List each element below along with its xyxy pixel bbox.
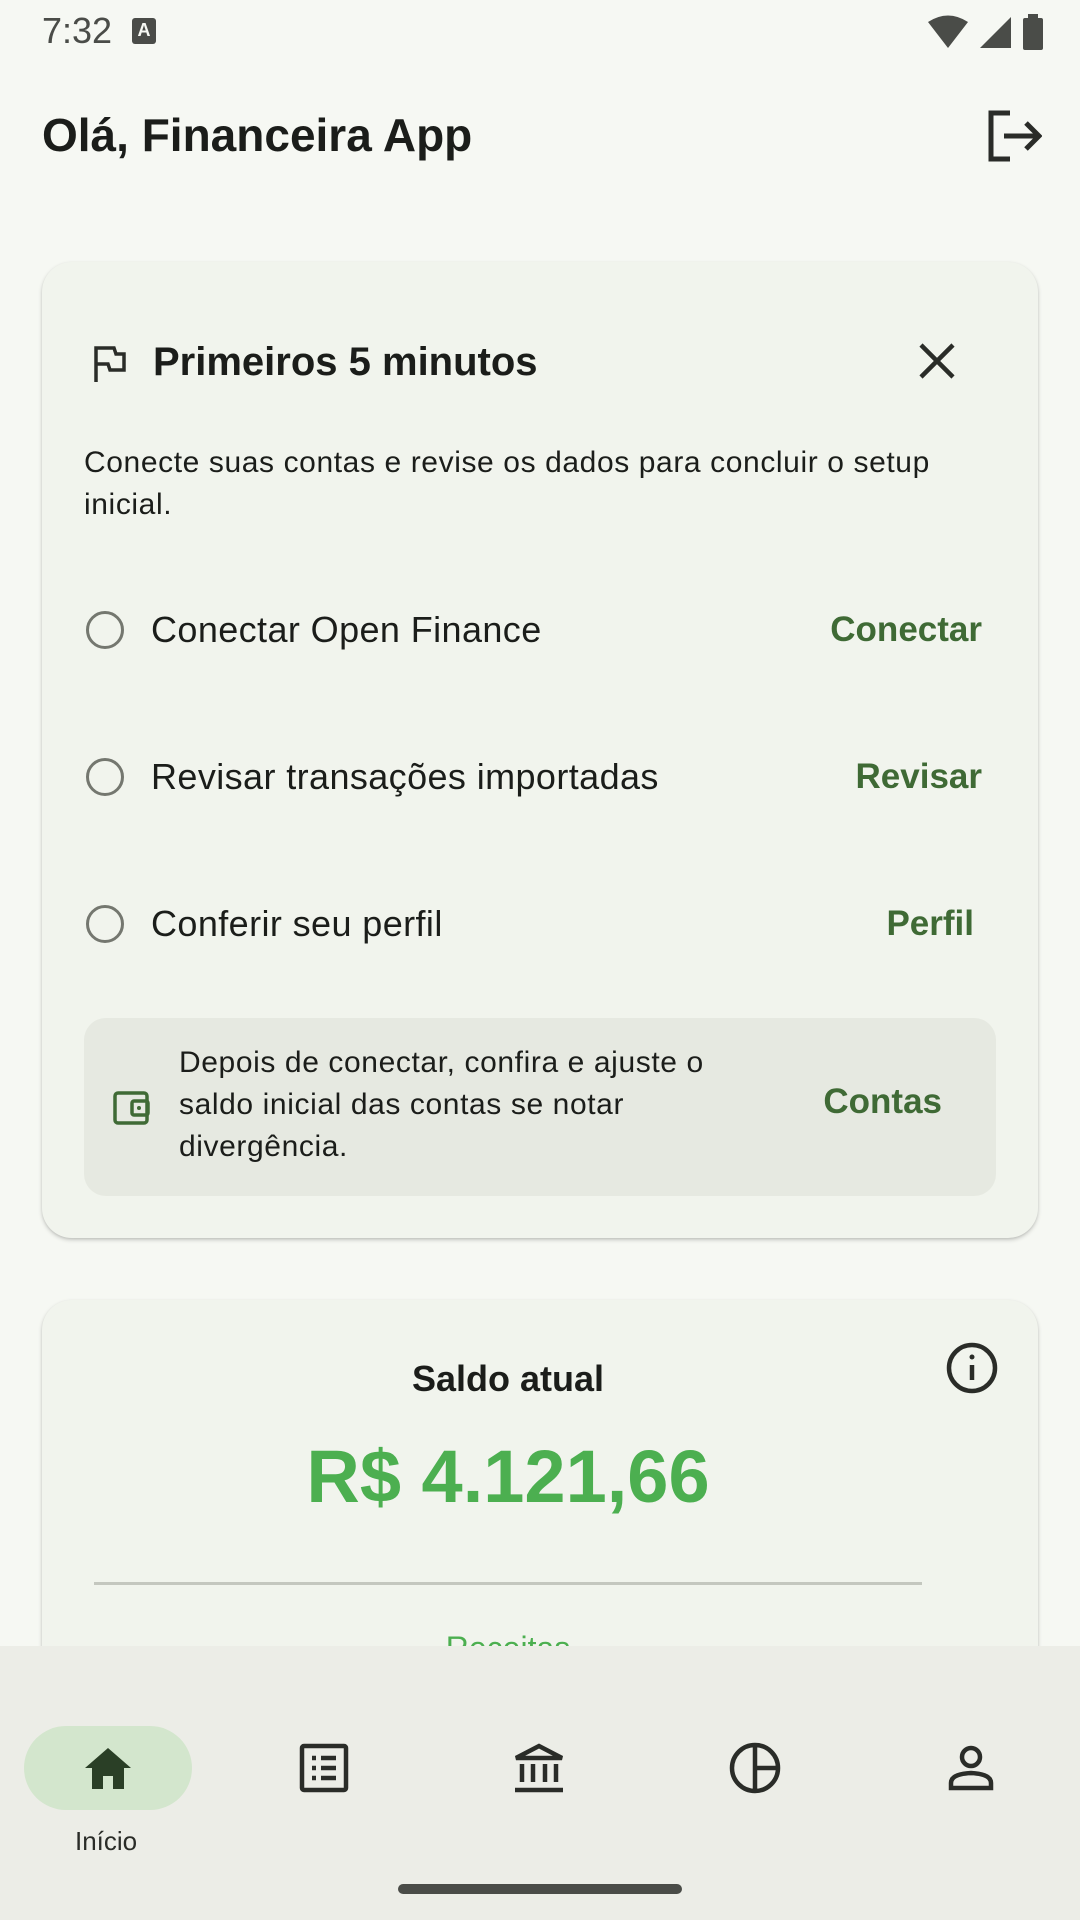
task-radio[interactable] bbox=[86, 611, 124, 649]
task-check-profile[interactable]: Conferir seu perfil Perfil bbox=[84, 884, 994, 964]
accounts-button[interactable]: Contas bbox=[823, 1082, 942, 1122]
connect-button[interactable]: Conectar bbox=[818, 600, 994, 660]
task-review-transactions[interactable]: Revisar transações importadas Revisar bbox=[84, 737, 994, 817]
close-icon bbox=[919, 343, 955, 379]
task-connect-open-finance[interactable]: Conectar Open Finance Conectar bbox=[84, 590, 994, 670]
home-icon bbox=[78, 1726, 138, 1810]
task-label: Revisar transações importadas bbox=[151, 756, 659, 797]
divider bbox=[94, 1582, 922, 1585]
flag-icon bbox=[94, 346, 126, 382]
balance-label: Saldo atual bbox=[411, 1358, 605, 1399]
bank-icon bbox=[509, 1726, 569, 1810]
home-screen: 7:32 A Olá, Financeira App Primeiros 5 m… bbox=[0, 0, 1080, 1920]
list-icon bbox=[294, 1726, 354, 1810]
review-button[interactable]: Revisar bbox=[844, 747, 994, 807]
task-label: Conectar Open Finance bbox=[151, 609, 542, 650]
onboarding-card: Primeiros 5 minutos Conecte suas contas … bbox=[42, 262, 1038, 1238]
bottom-navigation: Início bbox=[0, 1646, 1080, 1920]
wifi-icon bbox=[928, 15, 968, 48]
person-icon bbox=[941, 1726, 1001, 1810]
task-label: Conferir seu perfil bbox=[151, 903, 443, 944]
nav-label-home: Início bbox=[75, 1826, 138, 1856]
balance-value: R$ 4.121,66 bbox=[306, 1435, 710, 1518]
a-icon: A bbox=[132, 18, 156, 44]
initial-balance-tip: Depois de conectar, confira e ajuste o s… bbox=[84, 1018, 996, 1196]
pie-chart-icon bbox=[725, 1726, 785, 1810]
battery-icon bbox=[1023, 14, 1043, 50]
task-radio[interactable] bbox=[86, 905, 124, 943]
onboarding-description: Conecte suas contas e revise os dados pa… bbox=[84, 446, 930, 521]
close-button[interactable] bbox=[902, 326, 972, 396]
home-indicator[interactable] bbox=[398, 1884, 682, 1894]
nav-item-reports[interactable] bbox=[655, 1686, 855, 1826]
nav-item-home[interactable]: Início bbox=[0, 1686, 200, 1856]
nav-item-transactions[interactable] bbox=[224, 1686, 424, 1826]
nav-item-profile[interactable] bbox=[870, 1686, 1070, 1826]
status-bar: 7:32 A bbox=[0, 0, 1080, 62]
wallet-icon bbox=[113, 1091, 150, 1125]
tip-text: Depois de conectar, confira e ajuste o s… bbox=[179, 1046, 704, 1163]
onboarding-title: Primeiros 5 minutos bbox=[153, 340, 538, 384]
status-icons bbox=[928, 14, 1044, 50]
logout-icon bbox=[988, 110, 1042, 162]
page-title: Olá, Financeira App bbox=[42, 109, 473, 161]
nav-item-accounts[interactable] bbox=[440, 1686, 640, 1826]
signal-icon bbox=[980, 17, 1011, 48]
profile-button[interactable]: Perfil bbox=[874, 894, 994, 954]
status-time: 7:32 bbox=[42, 10, 113, 51]
task-radio[interactable] bbox=[86, 758, 124, 796]
logout-button[interactable] bbox=[984, 106, 1044, 166]
